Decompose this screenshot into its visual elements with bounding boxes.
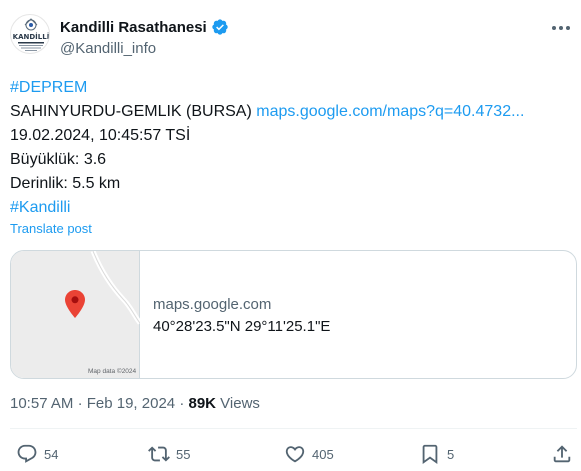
author-name-row[interactable]: Kandilli Rasathanesi bbox=[60, 18, 229, 36]
views-label: Views bbox=[216, 395, 260, 412]
reply-icon bbox=[17, 444, 37, 463]
heart-icon bbox=[285, 446, 305, 463]
like-count: 405 bbox=[312, 446, 334, 462]
like-button[interactable]: 405 bbox=[284, 443, 334, 465]
views-count: 89K bbox=[188, 395, 217, 412]
tweet-meta: 10:57 AM · Feb 19, 2024 · 89K Views bbox=[10, 395, 260, 412]
share-button[interactable] bbox=[551, 443, 573, 465]
bookmark-button[interactable]: 5 bbox=[419, 443, 454, 465]
meta-separator: · bbox=[77, 395, 83, 412]
verified-badge-icon bbox=[212, 19, 228, 35]
map-credit: Map data ©2024 bbox=[88, 368, 137, 375]
depth-text: Derinlik: 5.5 km bbox=[10, 175, 121, 192]
map-link[interactable]: maps.google.com/maps?q=40.4732... bbox=[256, 103, 524, 120]
more-options-icon[interactable] bbox=[549, 18, 573, 38]
location-text: SAHINYURDU-GEMLIK (BURSA) bbox=[10, 103, 257, 120]
avatar-logo-text: KANDİLLİ bbox=[13, 32, 50, 41]
hashtag-deprem[interactable]: #DEPREM bbox=[10, 79, 87, 96]
tweet-date[interactable]: Feb 19, 2024 bbox=[87, 395, 175, 412]
bookmark-count: 5 bbox=[447, 446, 455, 462]
repost-icon bbox=[148, 446, 170, 462]
display-name[interactable]: Kandilli Rasathanesi bbox=[60, 19, 207, 36]
avatar[interactable]: KANDİLLİ bbox=[10, 14, 50, 54]
translate-post-link[interactable]: Translate post bbox=[10, 221, 92, 236]
hashtag-kandilli[interactable]: #Kandilli bbox=[10, 199, 70, 216]
tweet: KANDİLLİ Kandilli Rasathanesi @Kandilli_… bbox=[0, 0, 581, 471]
card-coordinates: 40°28'23.5"N 29°11'25.1"E bbox=[153, 318, 331, 335]
tweet-time[interactable]: 10:57 AM bbox=[10, 395, 73, 412]
datetime-text: 19.02.2024, 10:45:57 TSİ bbox=[10, 127, 191, 144]
repost-button[interactable]: 55 bbox=[148, 443, 190, 465]
action-bar: 54 55 405 5 bbox=[0, 441, 581, 471]
kandilli-logo-icon: KANDİLLİ bbox=[13, 18, 50, 51]
reply-count: 54 bbox=[44, 446, 59, 462]
tweet-text: #DEPREM SAHINYURDU-GEMLIK (BURSA) maps.g… bbox=[10, 76, 524, 220]
map-pin-icon bbox=[65, 290, 85, 318]
link-card[interactable]: Map data ©2024 maps.google.com 40°28'23.… bbox=[10, 250, 577, 379]
bookmark-icon bbox=[422, 444, 438, 465]
divider bbox=[10, 428, 577, 429]
map-thumbnail[interactable]: Map data ©2024 bbox=[11, 251, 140, 378]
repost-count: 55 bbox=[176, 446, 191, 462]
share-icon bbox=[553, 445, 571, 463]
meta-separator: · bbox=[179, 395, 185, 412]
handle[interactable]: @Kandilli_info bbox=[60, 40, 156, 57]
magnitude-text: Büyüklük: 3.6 bbox=[10, 151, 107, 168]
card-domain: maps.google.com bbox=[153, 296, 272, 313]
reply-button[interactable]: 54 bbox=[16, 443, 58, 465]
card-text: maps.google.com 40°28'23.5"N 29°11'25.1"… bbox=[140, 251, 330, 378]
